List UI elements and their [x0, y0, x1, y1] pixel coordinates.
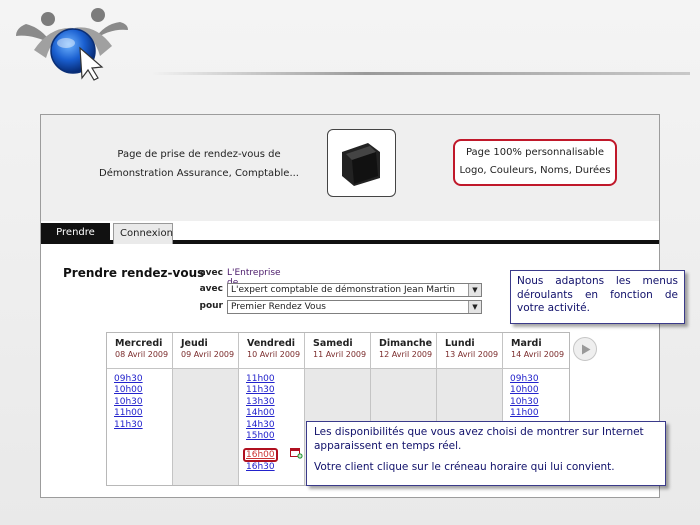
- day-slots-empty: [173, 369, 238, 485]
- play-next-icon: [582, 344, 591, 355]
- day-header: Samedi 11 Avril 2009: [305, 333, 370, 369]
- time-slot[interactable]: 10h30: [510, 397, 569, 408]
- banner-description: Page de prise de rendez-vous de Démonstr…: [77, 145, 321, 183]
- time-slot[interactable]: 10h00: [510, 385, 569, 396]
- callout-availability-text2: Votre client clique sur le créneau horai…: [314, 461, 615, 473]
- time-slot[interactable]: 10h00: [114, 385, 172, 396]
- motif-select[interactable]: Premier Rendez Vous ▼: [227, 300, 482, 314]
- day-header: Jeudi 09 Avril 2009: [173, 333, 238, 369]
- day-date: 11 Avril 2009: [313, 350, 367, 359]
- day-header: Mardi 14 Avril 2009: [503, 333, 569, 369]
- time-slot[interactable]: 16h30: [246, 462, 304, 473]
- day-header: Mercredi 08 Avril 2009: [107, 333, 172, 369]
- time-slot[interactable]: 09h30: [114, 374, 172, 385]
- day-header: Lundi 13 Avril 2009: [437, 333, 502, 369]
- tab-connexion[interactable]: Connexion: [113, 223, 173, 244]
- day-name: Samedi: [313, 338, 353, 349]
- day-date: 12 Avril 2009: [379, 350, 433, 359]
- day-column: Vendredi 10 Avril 2009 11h00 11h30 13h30…: [239, 333, 305, 485]
- tab-prendre-rdv[interactable]: Prendre RDV: [41, 223, 110, 258]
- time-slot[interactable]: 11h30: [246, 385, 304, 396]
- day-column: Jeudi 09 Avril 2009: [173, 333, 239, 485]
- cursor-globe-logo-icon: [12, 6, 132, 84]
- time-slot[interactable]: 09h30: [510, 374, 569, 385]
- day-header: Dimanche 12 Avril 2009: [371, 333, 436, 369]
- callout-menus: Nous adaptons les menus déroulants en fo…: [510, 270, 685, 324]
- folder-logo-icon: [327, 129, 396, 197]
- banner-description-line1: Page de prise de rendez-vous de: [117, 149, 281, 160]
- day-column: Mercredi 08 Avril 2009 09h30 10h00 10h30…: [107, 333, 173, 485]
- day-date: 14 Avril 2009: [511, 350, 565, 359]
- time-slot[interactable]: 11h00: [510, 408, 569, 419]
- tab-bar: Prendre RDV Connexion: [41, 221, 659, 258]
- day-header: Vendredi 10 Avril 2009: [239, 333, 304, 369]
- time-slot[interactable]: 10h30: [114, 397, 172, 408]
- time-slot[interactable]: 15h00: [246, 431, 304, 442]
- time-slot[interactable]: 11h30: [114, 420, 172, 431]
- motif-select-value: Premier Rendez Vous: [231, 302, 326, 312]
- day-name: Dimanche: [379, 338, 433, 349]
- day-slots: 09h30 10h00 10h30 11h00 11h30: [107, 369, 172, 485]
- time-slot[interactable]: 14h30: [246, 420, 304, 431]
- time-slot[interactable]: 11h00: [246, 374, 304, 385]
- callout-availability-text1: Les disponibilités que vous avez choisi …: [314, 426, 644, 452]
- day-name: Lundi: [445, 338, 475, 349]
- day-name: Jeudi: [181, 338, 208, 349]
- callout-availability: Les disponibilités que vous avez choisi …: [306, 421, 666, 486]
- form-label: pour: [199, 301, 223, 311]
- day-name: Mercredi: [115, 338, 163, 349]
- expert-select-value: L'expert comptable de démonstration Jean…: [231, 285, 455, 295]
- day-date: 10 Avril 2009: [247, 350, 301, 359]
- time-slot[interactable]: 11h00: [114, 408, 172, 419]
- day-date: 09 Avril 2009: [181, 350, 235, 359]
- form-label: avec: [199, 284, 223, 294]
- chevron-down-icon[interactable]: ▼: [468, 284, 481, 296]
- calendar-add-icon[interactable]: [289, 444, 303, 460]
- customization-line2: Logo, Couleurs, Noms, Durées: [459, 165, 611, 176]
- day-date: 08 Avril 2009: [115, 350, 169, 359]
- day-name: Vendredi: [247, 338, 296, 349]
- next-week-button[interactable]: [573, 337, 597, 361]
- chevron-down-icon[interactable]: ▼: [468, 301, 481, 313]
- customization-badge: Page 100% personnalisable Logo, Couleurs…: [453, 139, 617, 186]
- banner-description-line2: Démonstration Assurance, Comptable...: [99, 168, 299, 179]
- time-slot[interactable]: 14h00: [246, 408, 304, 419]
- day-slots: 11h00 11h30 13h30 14h00 14h30 15h00 16h0…: [239, 369, 304, 485]
- time-slot-highlighted[interactable]: 16h00: [243, 448, 278, 463]
- callout-menus-text: Nous adaptons les menus déroulants en fo…: [517, 275, 678, 314]
- customization-line1: Page 100% personnalisable: [465, 147, 605, 158]
- expert-select[interactable]: L'expert comptable de démonstration Jean…: [227, 283, 482, 297]
- header-divider: [150, 72, 690, 75]
- day-date: 13 Avril 2009: [445, 350, 499, 359]
- day-name: Mardi: [511, 338, 542, 349]
- form-label: avec: [199, 268, 223, 278]
- time-slot[interactable]: 13h30: [246, 397, 304, 408]
- form-title: Prendre rendez-vous: [63, 266, 205, 280]
- banner: Page de prise de rendez-vous de Démonstr…: [41, 115, 659, 221]
